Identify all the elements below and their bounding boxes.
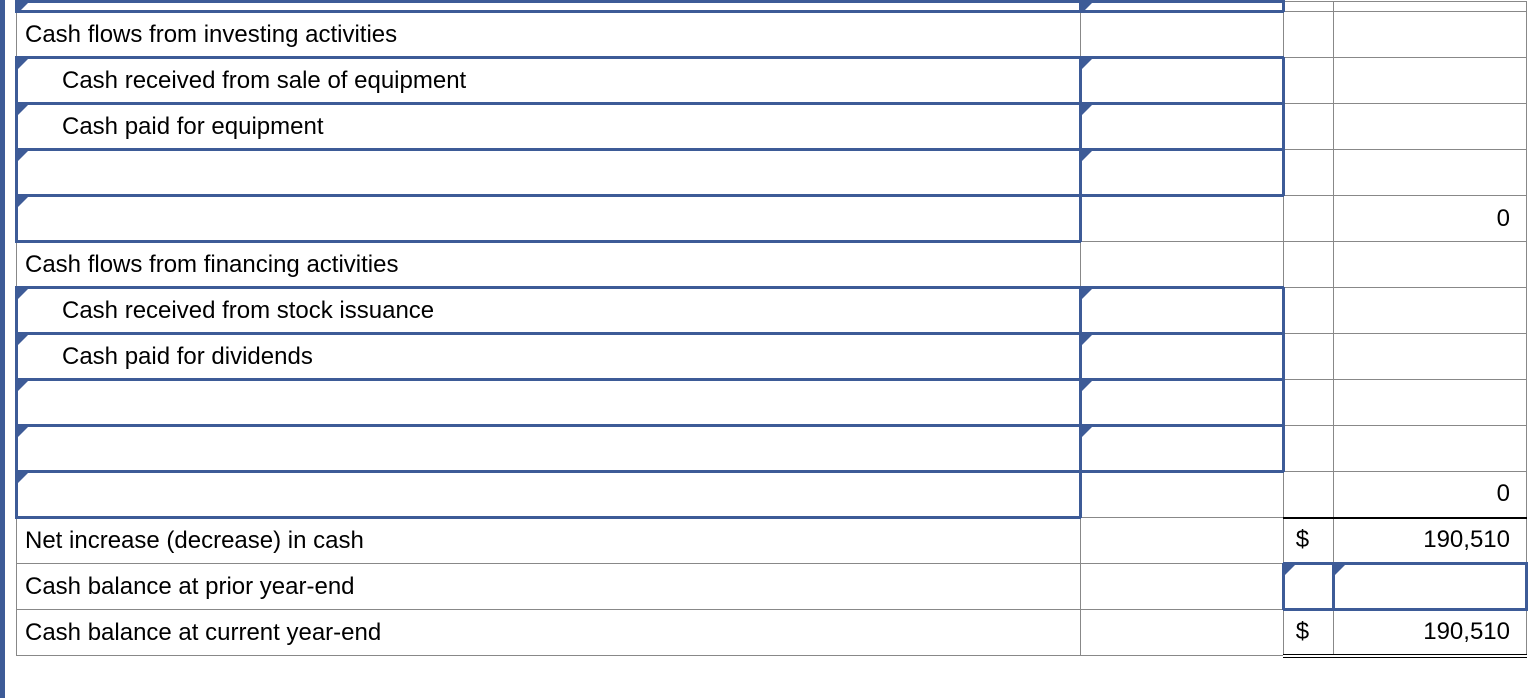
cell-empty [1283, 58, 1334, 104]
net-change-label: Net increase (decrease) in cash [17, 518, 1081, 564]
cell-empty [1283, 104, 1334, 150]
cell-empty [1283, 472, 1334, 518]
table-row: Cash received from stock issuance [17, 288, 1527, 334]
cell-empty [1081, 610, 1284, 656]
cell-empty [1334, 380, 1527, 426]
fin-line1-desc[interactable]: Cash received from stock issuance [17, 288, 1081, 334]
table-row: Cash balance at current year-end $ 190,5… [17, 610, 1527, 656]
table-row [17, 150, 1527, 196]
ending-balance-label: Cash balance at current year-end [17, 610, 1081, 656]
fin-blank2-desc[interactable] [17, 426, 1081, 472]
table-row: 0 [17, 196, 1527, 242]
inv-line2-val1[interactable] [1081, 104, 1284, 150]
inv-blank-val1[interactable] [1081, 150, 1284, 196]
stub-cur [1283, 2, 1334, 12]
fin-blank2-val1[interactable] [1081, 426, 1284, 472]
table-row: Cash paid for dividends [17, 334, 1527, 380]
table-row: 0 [17, 472, 1527, 518]
table-row: Cash paid for equipment [17, 104, 1527, 150]
prior-balance-label: Cash balance at prior year-end [17, 564, 1081, 610]
net-change-value: 190,510 [1334, 518, 1527, 564]
cell-empty [1334, 150, 1527, 196]
table-row [17, 2, 1527, 12]
cell-empty [1283, 426, 1334, 472]
cell-empty [1334, 426, 1527, 472]
inv-subtotal-val: 0 [1334, 196, 1527, 242]
stub-val2 [1334, 2, 1527, 12]
table-row: Cash balance at prior year-end [17, 564, 1527, 610]
stub-val1[interactable] [1081, 2, 1284, 12]
cell-empty [1334, 12, 1527, 58]
cell-empty [1081, 12, 1284, 58]
financing-header: Cash flows from financing activities [17, 242, 1081, 288]
fin-line1-val1[interactable] [1081, 288, 1284, 334]
inv-blank-desc[interactable] [17, 150, 1081, 196]
fin-blank1-desc[interactable] [17, 380, 1081, 426]
investing-header: Cash flows from investing activities [17, 12, 1081, 58]
ending-balance-value: 190,510 [1334, 610, 1527, 656]
net-change-currency: $ [1283, 518, 1334, 564]
cell-empty [1283, 196, 1334, 242]
cell-empty [1334, 288, 1527, 334]
table-row [17, 426, 1527, 472]
cell-empty [1283, 380, 1334, 426]
cell-empty [1283, 334, 1334, 380]
cell-empty [1081, 472, 1284, 518]
table-row [17, 380, 1527, 426]
cash-flow-table: Cash flows from investing activities Cas… [15, 0, 1528, 658]
cell-empty [1334, 104, 1527, 150]
cell-empty [1081, 242, 1284, 288]
cell-empty [1283, 150, 1334, 196]
prior-balance-val[interactable] [1334, 564, 1527, 610]
fin-subtotal-desc[interactable] [17, 472, 1081, 518]
table-row: Cash flows from investing activities [17, 12, 1527, 58]
fin-line2-desc[interactable]: Cash paid for dividends [17, 334, 1081, 380]
cell-empty [1283, 288, 1334, 334]
table-row: Net increase (decrease) in cash $ 190,51… [17, 518, 1527, 564]
cell-empty [1081, 518, 1284, 564]
inv-line1-val1[interactable] [1081, 58, 1284, 104]
fin-line2-val1[interactable] [1081, 334, 1284, 380]
stub-desc[interactable] [17, 2, 1081, 12]
prior-balance-cur[interactable] [1283, 564, 1334, 610]
fin-subtotal-val: 0 [1334, 472, 1527, 518]
inv-line1-desc[interactable]: Cash received from sale of equipment [17, 58, 1081, 104]
cell-empty [1334, 58, 1527, 104]
cell-empty [1283, 242, 1334, 288]
ending-balance-currency: $ [1283, 610, 1334, 656]
cell-empty [1081, 196, 1284, 242]
inv-line2-desc[interactable]: Cash paid for equipment [17, 104, 1081, 150]
inv-subtotal-desc[interactable] [17, 196, 1081, 242]
table-row: Cash flows from financing activities [17, 242, 1527, 288]
table-row: Cash received from sale of equipment [17, 58, 1527, 104]
cell-empty [1334, 334, 1527, 380]
fin-blank1-val1[interactable] [1081, 380, 1284, 426]
cell-empty [1081, 564, 1284, 610]
cell-empty [1283, 12, 1334, 58]
cell-empty [1334, 242, 1527, 288]
